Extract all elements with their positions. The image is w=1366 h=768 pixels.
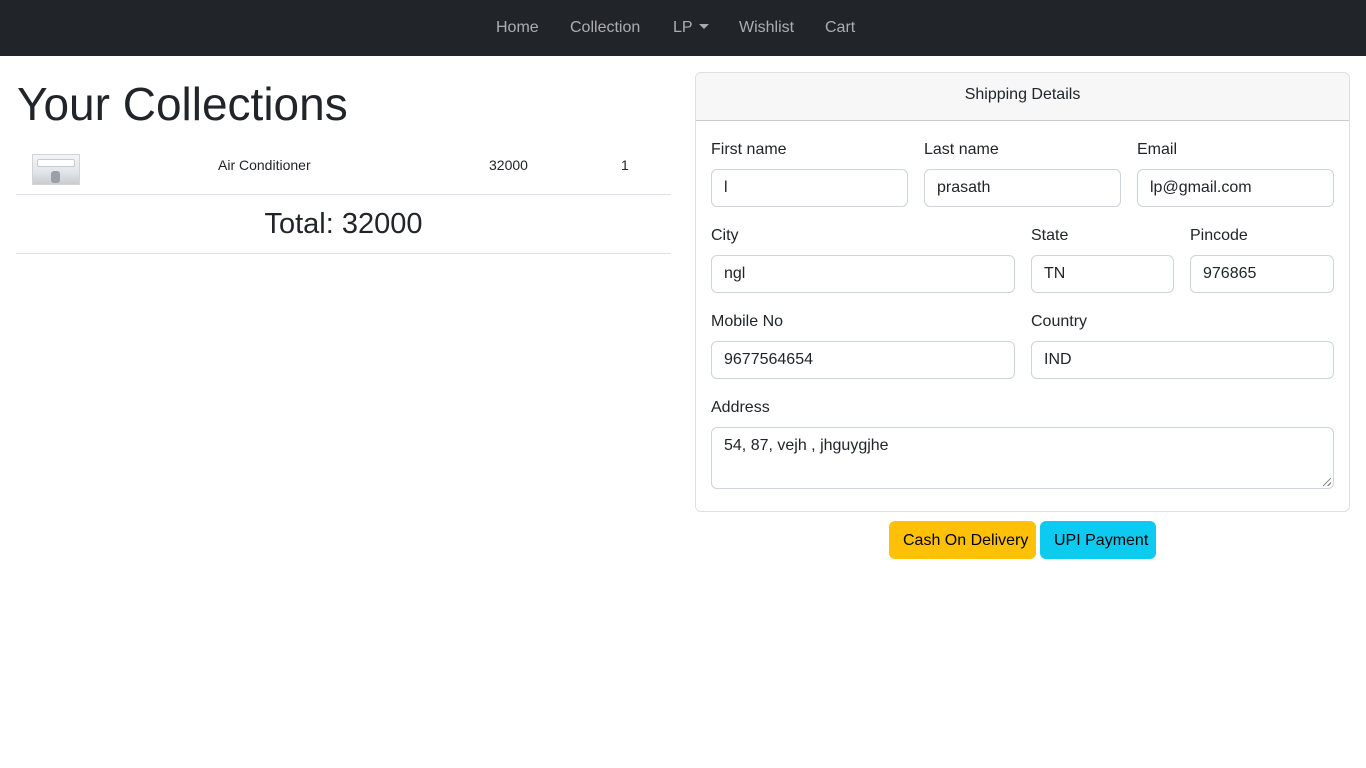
upi-payment-button[interactable]: UPI Payment xyxy=(1040,521,1156,559)
state-label: State xyxy=(1031,227,1069,244)
item-quantity: 1 xyxy=(621,157,629,173)
email-label: Email xyxy=(1137,141,1178,158)
state-field[interactable]: TN xyxy=(1031,255,1174,293)
address-field[interactable]: 54, 87, vejh , jhguygjhe xyxy=(711,427,1334,489)
nav-wishlist-link[interactable]: Wishlist xyxy=(739,18,794,38)
caret-down-icon xyxy=(698,24,709,29)
pincode-label: Pincode xyxy=(1190,227,1248,244)
pincode-field[interactable]: 976865 xyxy=(1190,255,1334,293)
mobile-field[interactable]: 9677564654 xyxy=(711,341,1015,379)
item-price: 32000 xyxy=(489,157,528,173)
country-field[interactable]: IND xyxy=(1031,341,1334,379)
city-label: City xyxy=(711,227,739,244)
resize-handle-icon[interactable] xyxy=(1323,478,1331,486)
first-name-label: First name xyxy=(711,141,787,158)
nav-cart-link[interactable]: Cart xyxy=(825,18,855,38)
cash-on-delivery-button[interactable]: Cash On Delivery xyxy=(889,521,1036,559)
table-row: Air Conditioner 32000 1 xyxy=(16,143,671,195)
last-name-field[interactable]: prasath xyxy=(924,169,1121,207)
address-value: 54, 87, vejh , jhguygjhe xyxy=(724,437,889,454)
first-name-field[interactable]: l xyxy=(711,169,908,207)
country-label: Country xyxy=(1031,313,1088,330)
email-field[interactable]: lp@gmail.com xyxy=(1137,169,1334,207)
nav-user-label: LP xyxy=(673,19,693,36)
navbar: Home Collection LP Wishlist Cart xyxy=(0,0,1366,56)
nav-collection-link[interactable]: Collection xyxy=(570,18,640,38)
total-amount: Total: 32000 xyxy=(264,208,423,240)
item-name: Air Conditioner xyxy=(218,157,311,173)
address-label: Address xyxy=(711,399,770,416)
nav-user-dropdown[interactable]: LP xyxy=(673,18,709,38)
mobile-label: Mobile No xyxy=(711,313,784,330)
last-name-label: Last name xyxy=(924,141,999,158)
total-row: Total: 32000 xyxy=(16,195,671,254)
shipping-card-title: Shipping Details xyxy=(964,86,1081,103)
nav-home-link[interactable]: Home xyxy=(496,18,539,38)
city-field[interactable]: ngl xyxy=(711,255,1015,293)
shipping-card-header: Shipping Details xyxy=(696,73,1349,121)
air-conditioner-image xyxy=(32,154,80,185)
page-title: Your Collections xyxy=(17,78,348,130)
